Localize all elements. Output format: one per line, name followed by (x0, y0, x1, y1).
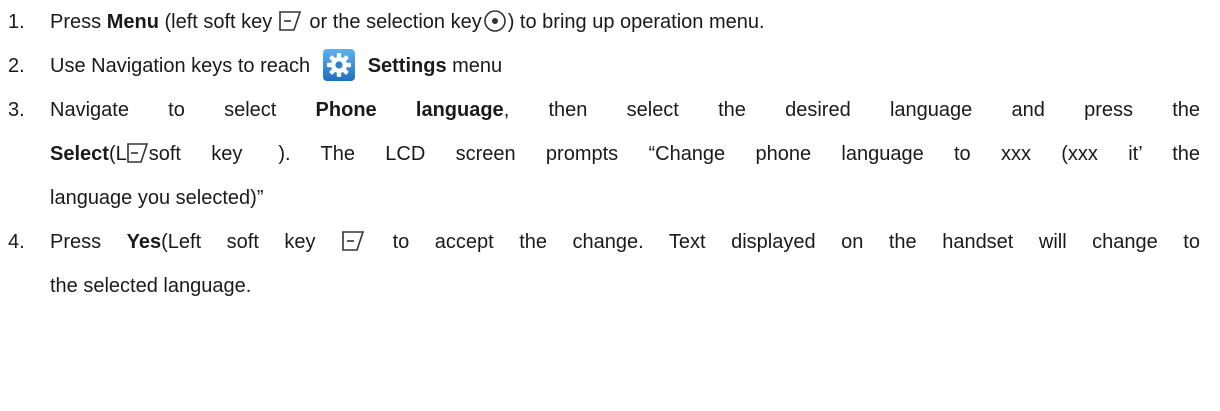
step-text: Press Menu (left soft key or the selecti… (50, 0, 1200, 44)
step-text-line-1: Navigate to select Phone language, then … (50, 99, 1201, 121)
menu-label: Menu (106, 11, 159, 33)
settings-label: Settings (367, 55, 447, 77)
step-number: 3. (8, 99, 25, 121)
yes-label: Yes (126, 231, 162, 253)
settings-gear-icon (322, 48, 355, 81)
left-soft-key-icon (126, 142, 148, 163)
step-text-line-2: the selected language. (50, 275, 252, 297)
select-label: Select (50, 143, 109, 165)
step-number: 1. (8, 11, 25, 33)
step-number: 4. (8, 231, 25, 253)
step-text: Use Navigation keys to reach Settings me… (50, 44, 1200, 88)
step-text-line-2: Select(L soft key). The LCD screen prompt… (50, 142, 1200, 165)
left-soft-key-icon (279, 10, 301, 31)
phone-language-label: Phone language (315, 99, 504, 121)
step-number: 2. (8, 55, 25, 77)
left-soft-key-icon (342, 230, 365, 251)
step-text-line-1: Press Yes(Left soft key to accept the ch… (50, 230, 1200, 253)
selection-key-icon (483, 9, 506, 32)
step-text-line-3: language you selected)” (50, 187, 264, 209)
